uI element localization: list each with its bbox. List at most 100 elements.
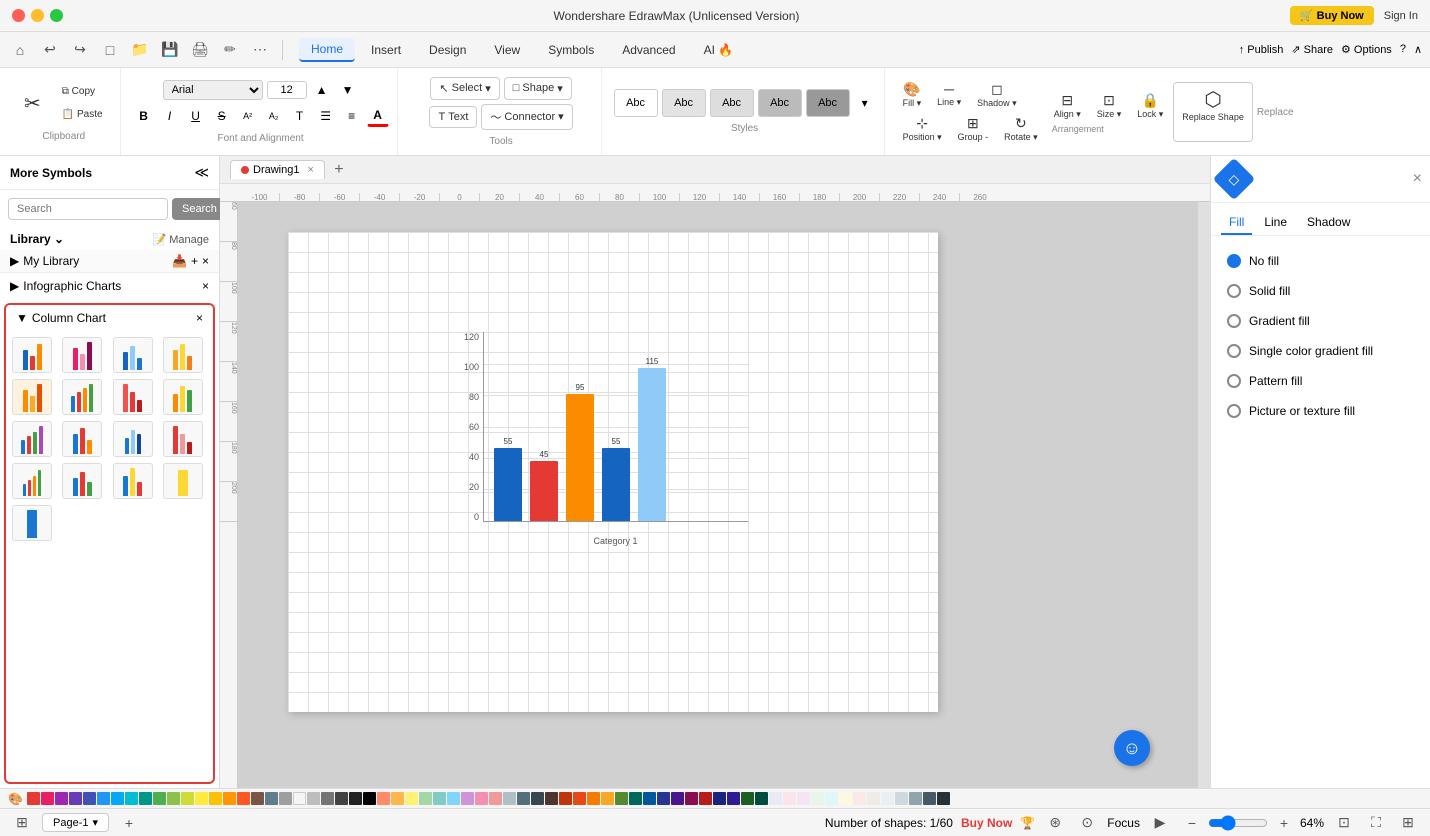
- menu-symbols[interactable]: Symbols: [536, 39, 606, 61]
- color-swatch-25[interactable]: [713, 792, 726, 805]
- color-lime[interactable]: [181, 792, 194, 805]
- style-abc-5[interactable]: Abc: [806, 89, 850, 117]
- color-swatch-2[interactable]: [391, 792, 404, 805]
- text-btn[interactable]: T Text: [429, 106, 477, 128]
- grid-btn[interactable]: ⊞: [1396, 811, 1420, 835]
- subscript-btn[interactable]: A₂: [263, 105, 285, 127]
- chart-thumb-11[interactable]: [113, 421, 153, 457]
- font-size-increase-btn[interactable]: ▲: [311, 79, 333, 101]
- menu-insert[interactable]: Insert: [359, 39, 413, 61]
- color-swatch-29[interactable]: [769, 792, 782, 805]
- replace-shape-btn[interactable]: ⬡ Replace Shape: [1173, 82, 1253, 142]
- layers-btn[interactable]: ⊛: [1043, 811, 1067, 835]
- my-library-save-btn[interactable]: 📥: [172, 254, 187, 268]
- chart-section-close-btn[interactable]: ×: [196, 311, 203, 325]
- right-panel-close-btn[interactable]: ×: [1413, 170, 1422, 188]
- cut-btn[interactable]: ✂: [16, 87, 49, 120]
- fullscreen-btn[interactable]: ⛶: [1364, 811, 1388, 835]
- home-icon[interactable]: ⌂: [8, 38, 32, 62]
- my-library-add-btn[interactable]: +: [191, 254, 198, 268]
- menu-home[interactable]: Home: [299, 38, 355, 62]
- no-fill-option[interactable]: No fill: [1221, 246, 1420, 276]
- font-size-decrease-btn[interactable]: ▼: [337, 79, 359, 101]
- chart-thumb-9[interactable]: [12, 421, 52, 457]
- color-pink[interactable]: [41, 792, 54, 805]
- vertical-scrollbar[interactable]: [1198, 202, 1210, 788]
- floating-assistant-btn[interactable]: ☺: [1114, 730, 1150, 766]
- text-style-btn[interactable]: T: [289, 105, 311, 127]
- color-swatch-26[interactable]: [727, 792, 740, 805]
- play-btn[interactable]: ▶: [1148, 811, 1172, 835]
- chart-thumb-6[interactable]: [62, 379, 102, 415]
- shadow-btn[interactable]: ◻ Shadow ▾: [971, 79, 1023, 111]
- color-swatch-28[interactable]: [755, 792, 768, 805]
- lock-btn[interactable]: 🔒 Lock ▾: [1131, 90, 1169, 122]
- font-name-select[interactable]: Arial: [163, 80, 263, 100]
- position-btn[interactable]: ⊹ Position ▾: [897, 113, 948, 145]
- menu-ai[interactable]: AI 🔥: [692, 39, 746, 61]
- font-color-btn[interactable]: A: [367, 105, 389, 127]
- color-blue-grey[interactable]: [265, 792, 278, 805]
- buy-now-btn[interactable]: 🛒 Buy Now: [1290, 6, 1374, 25]
- chart-thumb-10[interactable]: [62, 421, 102, 457]
- color-swatch-6[interactable]: [447, 792, 460, 805]
- chart-thumb-3[interactable]: [113, 337, 153, 373]
- help-btn[interactable]: ?: [1400, 43, 1406, 56]
- color-black[interactable]: [363, 792, 376, 805]
- align-left-btn[interactable]: ≡: [341, 105, 363, 127]
- color-yellow[interactable]: [195, 792, 208, 805]
- color-swatch-37[interactable]: [881, 792, 894, 805]
- fill-tab[interactable]: Fill: [1221, 211, 1252, 235]
- chart-thumb-1[interactable]: [12, 337, 52, 373]
- color-deep-orange[interactable]: [237, 792, 250, 805]
- color-swatch-32[interactable]: [811, 792, 824, 805]
- color-swatch-1[interactable]: [377, 792, 390, 805]
- fit-page-btn[interactable]: ⊡: [1332, 811, 1356, 835]
- shape-btn[interactable]: □ Shape ▾: [504, 77, 572, 100]
- line-tab[interactable]: Line: [1256, 211, 1295, 235]
- minimize-window-btn[interactable]: [31, 9, 44, 22]
- color-amber[interactable]: [209, 792, 222, 805]
- color-swatch-9[interactable]: [489, 792, 502, 805]
- color-red[interactable]: [27, 792, 40, 805]
- page-tab-chevron[interactable]: ▾: [92, 816, 98, 829]
- buy-now-bottom-btn[interactable]: Buy Now: [961, 816, 1012, 830]
- color-swatch-15[interactable]: [573, 792, 586, 805]
- color-white[interactable]: [293, 792, 306, 805]
- color-deep-purple[interactable]: [69, 792, 82, 805]
- color-swatch-5[interactable]: [433, 792, 446, 805]
- strikethrough-btn[interactable]: S: [211, 105, 233, 127]
- gradient-fill-option[interactable]: Gradient fill: [1221, 306, 1420, 336]
- color-grey2[interactable]: [307, 792, 320, 805]
- color-swatch-16[interactable]: [587, 792, 600, 805]
- color-swatch-4[interactable]: [419, 792, 432, 805]
- color-swatch-31[interactable]: [797, 792, 810, 805]
- canvas-content[interactable]: 120 100 80 60 40 20 0: [238, 202, 1210, 788]
- edit-icon[interactable]: ✏: [218, 38, 242, 62]
- style-abc-4[interactable]: Abc: [758, 89, 802, 117]
- color-brown[interactable]: [251, 792, 264, 805]
- my-library-close-btn[interactable]: ×: [202, 254, 209, 268]
- align-btn[interactable]: ⊟ Align ▾: [1048, 90, 1087, 122]
- color-green[interactable]: [153, 792, 166, 805]
- color-swatch-3[interactable]: [405, 792, 418, 805]
- color-swatch-40[interactable]: [923, 792, 936, 805]
- manage-btn[interactable]: 📝 Manage: [152, 233, 209, 246]
- color-swatch-10[interactable]: [503, 792, 516, 805]
- color-light-blue[interactable]: [111, 792, 124, 805]
- color-swatch-27[interactable]: [741, 792, 754, 805]
- chart-thumb-14[interactable]: [62, 463, 102, 499]
- page-1-tab[interactable]: Page-1 ▾: [42, 813, 109, 832]
- collapse-btn[interactable]: ∧: [1414, 43, 1422, 56]
- shadow-tab[interactable]: Shadow: [1299, 211, 1358, 235]
- connector-btn[interactable]: 〜 Connector ▾: [481, 104, 572, 130]
- color-swatch-38[interactable]: [895, 792, 908, 805]
- color-swatch-20[interactable]: [643, 792, 656, 805]
- bold-btn[interactable]: B: [133, 105, 155, 127]
- chart-thumb-13[interactable]: [12, 463, 52, 499]
- more-icon[interactable]: ⋯: [248, 38, 272, 62]
- drawing1-tab[interactable]: Drawing1 ×: [230, 160, 325, 179]
- color-blue[interactable]: [97, 792, 110, 805]
- copy-btn[interactable]: ⧉ Copy: [53, 81, 112, 102]
- color-swatch-19[interactable]: [629, 792, 642, 805]
